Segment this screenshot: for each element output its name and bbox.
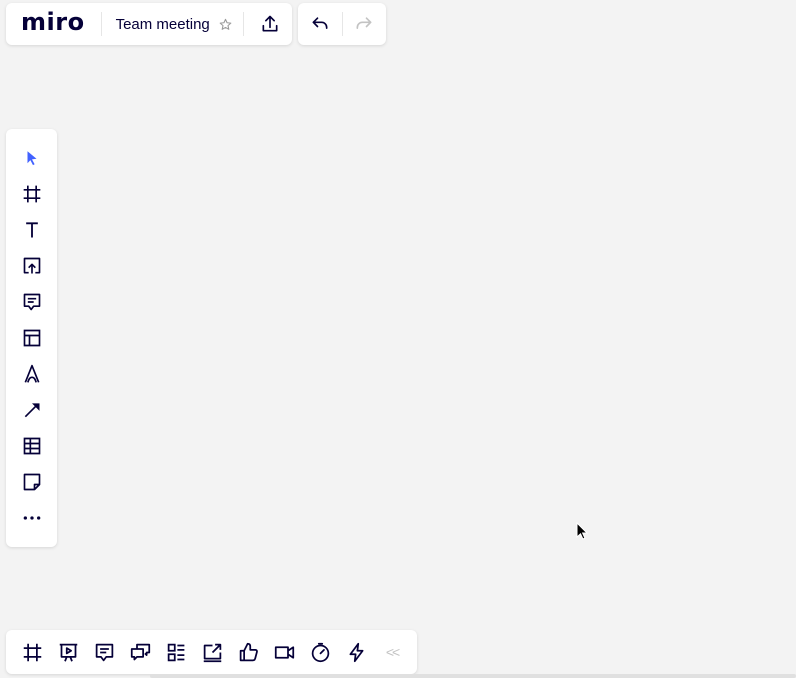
history-panel (298, 3, 386, 45)
pen-icon[interactable] (6, 356, 57, 392)
timer-icon[interactable] (302, 630, 338, 674)
text-icon[interactable] (6, 212, 57, 248)
voting-icon[interactable] (230, 630, 266, 674)
divider (100, 12, 102, 36)
frames-icon[interactable] (14, 630, 50, 674)
activity-icon[interactable] (338, 630, 374, 674)
video-call-icon[interactable] (266, 630, 302, 674)
share-screen-icon[interactable] (194, 630, 230, 674)
frame-icon[interactable] (6, 176, 57, 212)
divider (242, 12, 244, 36)
export-upload-icon[interactable] (260, 14, 280, 34)
template-icon[interactable] (6, 320, 57, 356)
left-toolbar (6, 129, 57, 547)
comment-icon[interactable] (6, 284, 57, 320)
mouse-pointer-icon (576, 522, 588, 540)
miro-logo[interactable]: miro (21, 8, 85, 36)
card-list-icon[interactable] (158, 630, 194, 674)
chat-icon[interactable] (122, 630, 158, 674)
upload-icon[interactable] (6, 248, 57, 284)
more-icon[interactable] (6, 500, 57, 536)
sticky-note-icon[interactable] (6, 464, 57, 500)
table-icon[interactable] (6, 428, 57, 464)
select-cursor-icon[interactable] (6, 140, 57, 176)
star-icon[interactable] (219, 18, 232, 31)
horizontal-scrollbar[interactable] (150, 674, 796, 678)
arrow-icon[interactable] (6, 392, 57, 428)
collapse-toolbar-button[interactable]: << (374, 630, 410, 674)
presentation-icon[interactable] (50, 630, 86, 674)
undo-icon[interactable] (298, 3, 342, 45)
comments-icon[interactable] (86, 630, 122, 674)
bottom-toolbar: << (6, 630, 417, 674)
board-title[interactable]: Team meeting (116, 16, 210, 33)
redo-icon[interactable] (342, 3, 386, 45)
board-header-panel: miro Team meeting (6, 3, 292, 45)
